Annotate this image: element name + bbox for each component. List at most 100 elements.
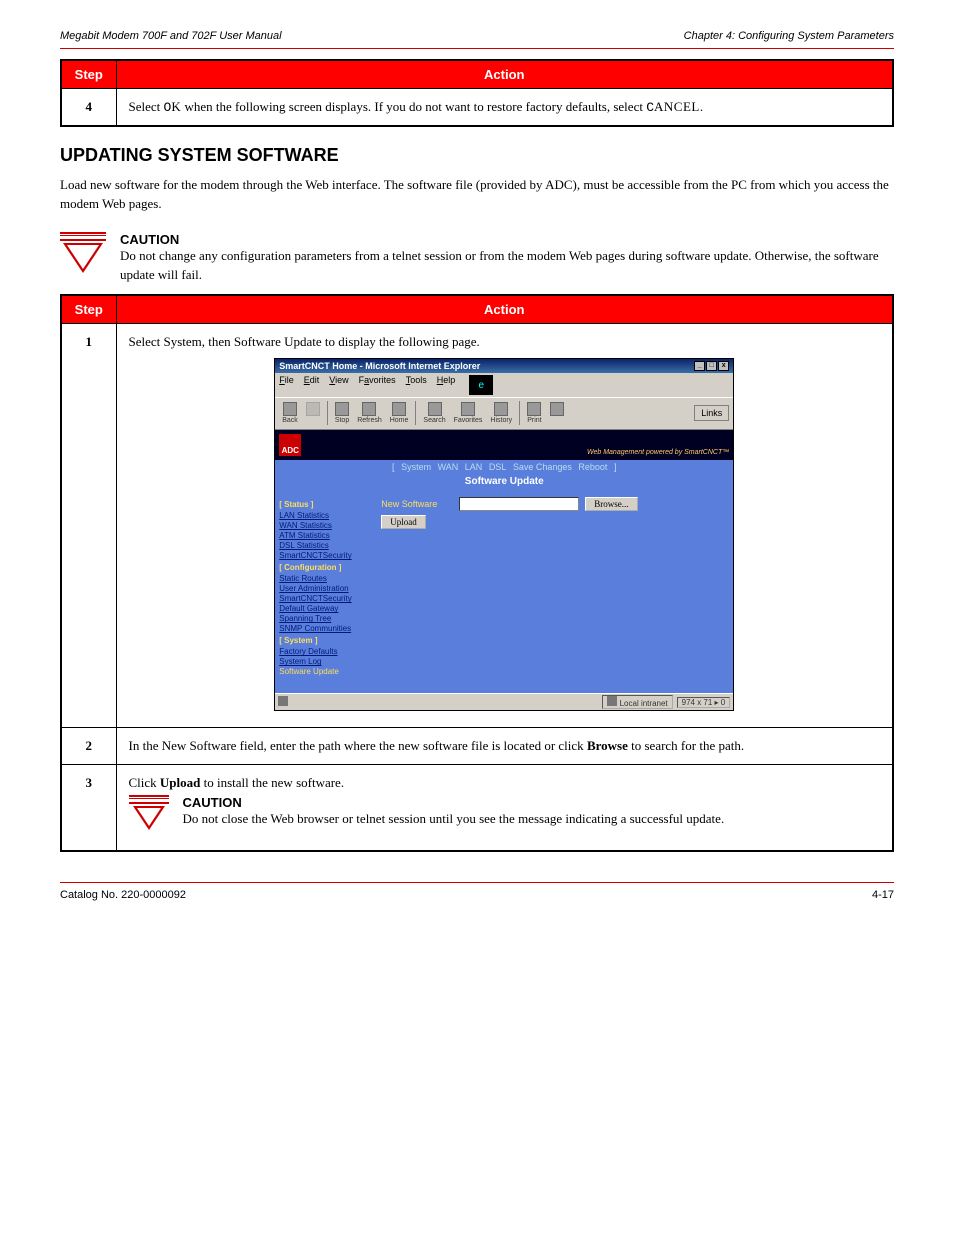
browse-button[interactable]: Browse... xyxy=(585,497,637,511)
sidebar-item-dsl-statistics[interactable]: DSL Statistics xyxy=(279,541,369,550)
menu-help[interactable]: Help xyxy=(437,375,456,395)
caution-triangle-icon xyxy=(60,232,106,273)
sidebar-section-system: [ System ] xyxy=(279,636,369,645)
sidebar-item-user-administration[interactable]: User Administration xyxy=(279,584,369,593)
sidebar-section-status: [ Status ] xyxy=(279,500,369,509)
menubar: File Edit View Favorites Tools Help e xyxy=(275,373,733,397)
menu-file[interactable]: File xyxy=(279,375,294,395)
sidebar-item-static-routes[interactable]: Static Routes xyxy=(279,574,369,583)
sidebar-item-factory-defaults[interactable]: Factory Defaults xyxy=(279,647,369,656)
menu-favorites[interactable]: Favorites xyxy=(359,375,396,395)
back-button[interactable]: Back xyxy=(279,402,301,424)
menu-view[interactable]: View xyxy=(329,375,348,395)
history-button[interactable]: History xyxy=(487,402,515,424)
caution-label: CAUTION xyxy=(120,232,894,247)
home-button[interactable]: Home xyxy=(387,402,412,424)
forward-button[interactable] xyxy=(303,402,323,424)
stop-button[interactable]: Stop xyxy=(332,402,352,424)
ie-logo-icon: e xyxy=(469,375,493,395)
edit-icon xyxy=(550,402,564,416)
step-action: Click Upload to install the new software… xyxy=(116,765,893,852)
footer-rule xyxy=(60,882,894,883)
close-button[interactable]: x xyxy=(718,361,729,371)
menu-tools[interactable]: Tools xyxy=(406,375,427,395)
topnav-wan[interactable]: WAN xyxy=(438,462,459,472)
home-icon xyxy=(392,402,406,416)
links-bar[interactable]: Links xyxy=(694,405,729,421)
software-update-step-table: Step Action 1 Select System, then Softwa… xyxy=(60,294,894,852)
toolbar: Back Stop Refresh Home Search Favorites … xyxy=(275,397,733,430)
sidebar-item-snmp-communities[interactable]: SNMP Communities xyxy=(279,624,369,633)
status-resolution: 974 x 71 ▸ 0 xyxy=(677,697,731,708)
adc-logo: ADC xyxy=(279,434,301,456)
refresh-button[interactable]: Refresh xyxy=(354,402,385,424)
caution-block-inline: CAUTION Do not close the Web browser or … xyxy=(129,795,881,830)
upload-button[interactable]: Upload xyxy=(381,515,426,529)
table-row: 1 Select System, then Software Update to… xyxy=(61,324,893,728)
print-button[interactable]: Print xyxy=(524,402,544,424)
security-zone: Local intranet xyxy=(620,699,668,708)
print-icon xyxy=(527,402,541,416)
maximize-button[interactable]: □ xyxy=(706,361,717,371)
sidebar-section-configuration: [ Configuration ] xyxy=(279,563,369,572)
sidebar-item-system-log[interactable]: System Log xyxy=(279,657,369,666)
sidebar-item-default-gateway[interactable]: Default Gateway xyxy=(279,604,369,613)
main-panel: New Software Browse... Upload xyxy=(373,493,733,693)
restore-defaults-step-table: Step Action 4 Select OK when the followi… xyxy=(60,59,894,127)
table-row: 2 In the New Software field, enter the p… xyxy=(61,728,893,765)
caution-triangle-icon xyxy=(129,795,169,830)
search-icon xyxy=(428,402,442,416)
search-button[interactable]: Search xyxy=(420,402,448,424)
sidebar-item-lan-statistics[interactable]: LAN Statistics xyxy=(279,511,369,520)
top-nav: [ System WAN LAN DSL Save Changes Reboot… xyxy=(275,460,733,474)
new-software-input[interactable] xyxy=(459,497,579,511)
menu-edit[interactable]: Edit xyxy=(304,375,320,395)
statusbar: Local intranet 974 x 71 ▸ 0 xyxy=(275,693,733,710)
step-number: 2 xyxy=(61,728,116,765)
footer-right: 4-17 xyxy=(872,889,894,901)
step-action: Select OK when the following screen disp… xyxy=(116,89,893,127)
footer-left: Catalog No. 220-0000092 xyxy=(60,889,186,901)
edit-button[interactable] xyxy=(547,402,567,424)
header-rule xyxy=(60,48,894,49)
document-icon xyxy=(278,696,288,706)
running-header: Megabit Modem 700F and 702F User Manual … xyxy=(60,30,894,42)
step-number: 4 xyxy=(61,89,116,127)
sidebar-item-security-status[interactable]: SmartCNCTSecurity xyxy=(279,551,369,560)
favorites-button[interactable]: Favorites xyxy=(451,402,486,424)
sidebar-item-software-update[interactable]: Software Update xyxy=(279,667,369,676)
screenshot-ie-window: SmartCNCT Home - Microsoft Internet Expl… xyxy=(274,358,734,711)
new-software-label: New Software xyxy=(381,499,453,509)
page-title: Software Update xyxy=(275,476,733,487)
sidebar-item-wan-statistics[interactable]: WAN Statistics xyxy=(279,521,369,530)
favorites-icon xyxy=(461,402,475,416)
topnav-system[interactable]: System xyxy=(401,462,431,472)
history-icon xyxy=(494,402,508,416)
sidebar: [ Status ] LAN Statistics WAN Statistics… xyxy=(275,493,373,693)
sidebar-item-spanning-tree[interactable]: Spanning Tree xyxy=(279,614,369,623)
table-row: 4 Select OK when the following screen di… xyxy=(61,89,893,127)
sidebar-item-atm-statistics[interactable]: ATM Statistics xyxy=(279,531,369,540)
minimize-button[interactable]: _ xyxy=(694,361,705,371)
window-titlebar: SmartCNCT Home - Microsoft Internet Expl… xyxy=(275,359,733,373)
zone-icon xyxy=(607,696,617,706)
window-title: SmartCNCT Home - Microsoft Internet Expl… xyxy=(279,361,480,371)
stop-icon xyxy=(335,402,349,416)
step-number: 1 xyxy=(61,324,116,728)
back-arrow-icon xyxy=(283,402,297,416)
refresh-icon xyxy=(362,402,376,416)
caution-text: Do not change any configuration paramete… xyxy=(120,247,894,285)
sidebar-item-security-config[interactable]: SmartCNCTSecurity xyxy=(279,594,369,603)
col-step-header: Step xyxy=(61,295,116,324)
running-footer: Catalog No. 220-0000092 4-17 xyxy=(60,889,894,901)
topnav-lan[interactable]: LAN xyxy=(465,462,483,472)
caution-label: CAUTION xyxy=(183,795,725,810)
page-content: ADC Web Management powered by SmartCNCT™… xyxy=(275,430,733,693)
brand-strip: ADC Web Management powered by SmartCNCT™ xyxy=(275,430,733,460)
topnav-dsl[interactable]: DSL xyxy=(489,462,507,472)
topnav-save[interactable]: Save Changes xyxy=(513,462,572,472)
topnav-reboot[interactable]: Reboot xyxy=(578,462,607,472)
table-row: 3 Click Upload to install the new softwa… xyxy=(61,765,893,852)
header-left: Megabit Modem 700F and 702F User Manual xyxy=(60,30,282,42)
step-action: In the New Software field, enter the pat… xyxy=(116,728,893,765)
